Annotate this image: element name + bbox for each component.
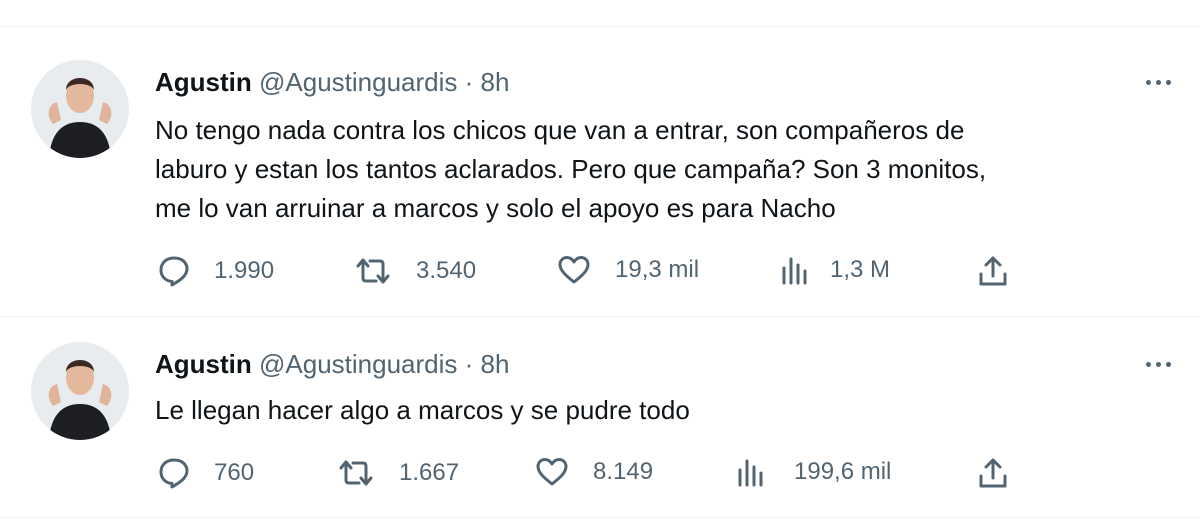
like-button[interactable]: 8.149 (535, 456, 653, 488)
display-name[interactable]: Agustin (155, 67, 252, 97)
retweet-button[interactable]: 1.667 (337, 456, 459, 490)
retweet-icon (339, 460, 373, 486)
tweet[interactable]: Agustin @Agustinguardis · 8h No tengo na… (0, 0, 1200, 316)
share-button[interactable] (977, 456, 1009, 490)
avatar[interactable] (31, 342, 129, 440)
like-count: 8.149 (593, 458, 654, 485)
avatar[interactable] (31, 60, 129, 158)
share-icon (979, 458, 1007, 488)
tweet-text-line: Le llegan hacer algo a marcos y se pudre… (155, 395, 690, 425)
retweet-count: 3.540 (416, 257, 477, 284)
retweet-count: 1.667 (399, 459, 460, 486)
views-chart-icon (782, 257, 807, 285)
retweet-icon (356, 258, 390, 284)
heart-icon (536, 458, 568, 486)
tweet-text-line: me lo van arruinar a marcos y solo el ap… (155, 193, 836, 223)
heart-icon (558, 256, 590, 284)
views-button[interactable]: 1,3 M (780, 254, 890, 286)
reply-count: 1.990 (214, 257, 275, 284)
separator: · (464, 349, 474, 379)
separator: · (464, 67, 474, 97)
views-button[interactable]: 199,6 mil (736, 456, 891, 488)
tweet[interactable]: Agustin @Agustinguardis · 8h Le llegan h… (0, 317, 1200, 517)
retweet-button[interactable]: 3.540 (354, 254, 476, 288)
like-count: 19,3 mil (615, 256, 700, 283)
user-handle[interactable]: @Agustinguardis (259, 349, 457, 379)
reply-count: 760 (214, 459, 255, 486)
reply-button[interactable]: 760 (158, 456, 254, 490)
tweet-header: Agustin @Agustinguardis · 8h (155, 66, 509, 98)
display-name[interactable]: Agustin (155, 349, 252, 379)
reply-button[interactable]: 1.990 (158, 254, 274, 288)
tweet-text-line: laburo y estan los tantos aclarados. Per… (155, 154, 987, 184)
share-button[interactable] (977, 254, 1009, 288)
reply-icon (159, 458, 189, 489)
more-icon[interactable] (1138, 70, 1178, 94)
tweet-header: Agustin @Agustinguardis · 8h (155, 348, 509, 380)
reply-icon (159, 256, 189, 287)
more-icon[interactable] (1138, 352, 1178, 376)
views-count: 1,3 M (830, 256, 891, 283)
views-chart-icon (738, 459, 763, 487)
like-button[interactable]: 19,3 mil (557, 254, 699, 286)
timestamp[interactable]: 8h (481, 67, 510, 97)
tweet-text-line: No tengo nada contra los chicos que van … (155, 115, 965, 145)
timestamp[interactable]: 8h (481, 349, 510, 379)
bottom-divider (0, 517, 1200, 518)
views-count: 199,6 mil (794, 458, 892, 485)
share-icon (979, 256, 1007, 286)
user-handle[interactable]: @Agustinguardis (259, 67, 457, 97)
